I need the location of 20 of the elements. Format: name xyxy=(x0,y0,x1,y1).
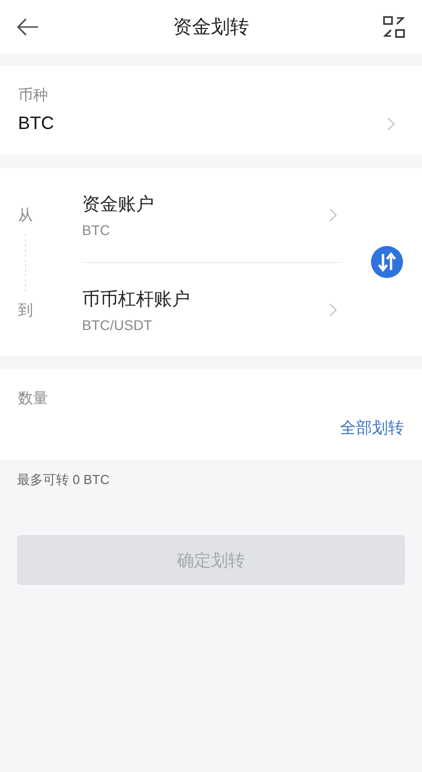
account-detail: BTC/USDT xyxy=(82,316,153,332)
account-name: 币币杠杆账户 xyxy=(82,288,190,310)
amount-label: 数量 xyxy=(18,389,49,408)
chevron-right-icon xyxy=(329,208,338,222)
from-label: 从 xyxy=(18,206,34,225)
coin-label: 币种 xyxy=(18,86,49,105)
max-transfer-note: 最多可转 0 BTC xyxy=(16,471,110,489)
page-title: 资金划转 xyxy=(173,16,249,40)
from-account[interactable]: 资金账户 BTC xyxy=(82,168,342,262)
coin-value: BTC xyxy=(18,113,54,134)
chevron-right-icon xyxy=(387,116,396,130)
scan-icon[interactable] xyxy=(382,14,406,38)
transfer-all-link[interactable]: 全部划转 xyxy=(340,418,404,438)
coin-selector[interactable]: 币种 BTC xyxy=(0,66,422,155)
chevron-right-icon xyxy=(329,302,338,316)
to-label: 到 xyxy=(18,301,34,320)
swap-icon[interactable] xyxy=(370,245,404,279)
account-detail: BTC xyxy=(82,222,111,238)
account-name: 资金账户 xyxy=(82,193,154,216)
to-account[interactable]: 币币杠杆账户 BTC/USDT xyxy=(82,262,342,356)
